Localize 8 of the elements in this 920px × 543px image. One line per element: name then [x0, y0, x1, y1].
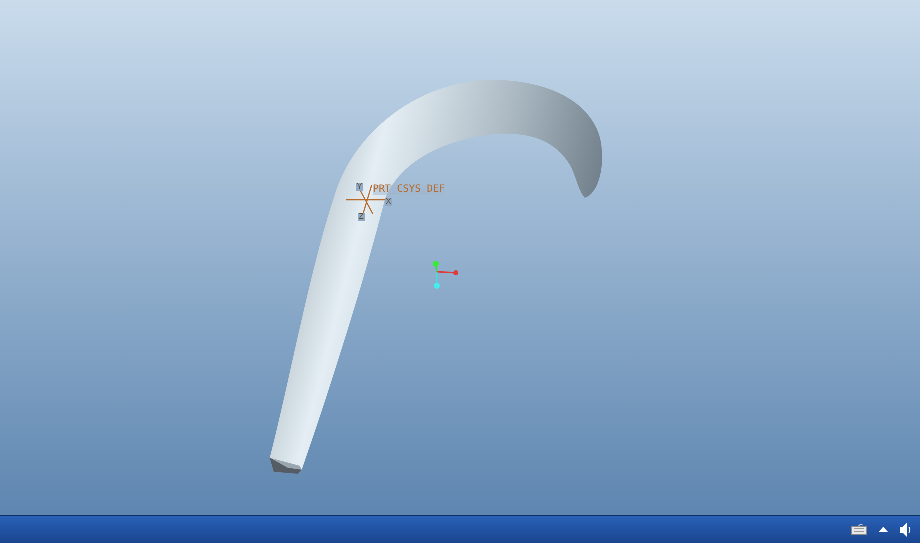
axis-label: Z	[358, 213, 365, 221]
coordinate-triad-icon	[433, 261, 458, 289]
up-triangle-icon[interactable]	[879, 527, 888, 532]
speaker-icon[interactable]	[900, 522, 912, 536]
axis-label: X	[385, 198, 392, 206]
axis-label: Y	[356, 183, 364, 191]
keyboard-icon[interactable]	[851, 524, 867, 535]
csys-label: PRT_CSYS_DEF	[373, 185, 446, 195]
